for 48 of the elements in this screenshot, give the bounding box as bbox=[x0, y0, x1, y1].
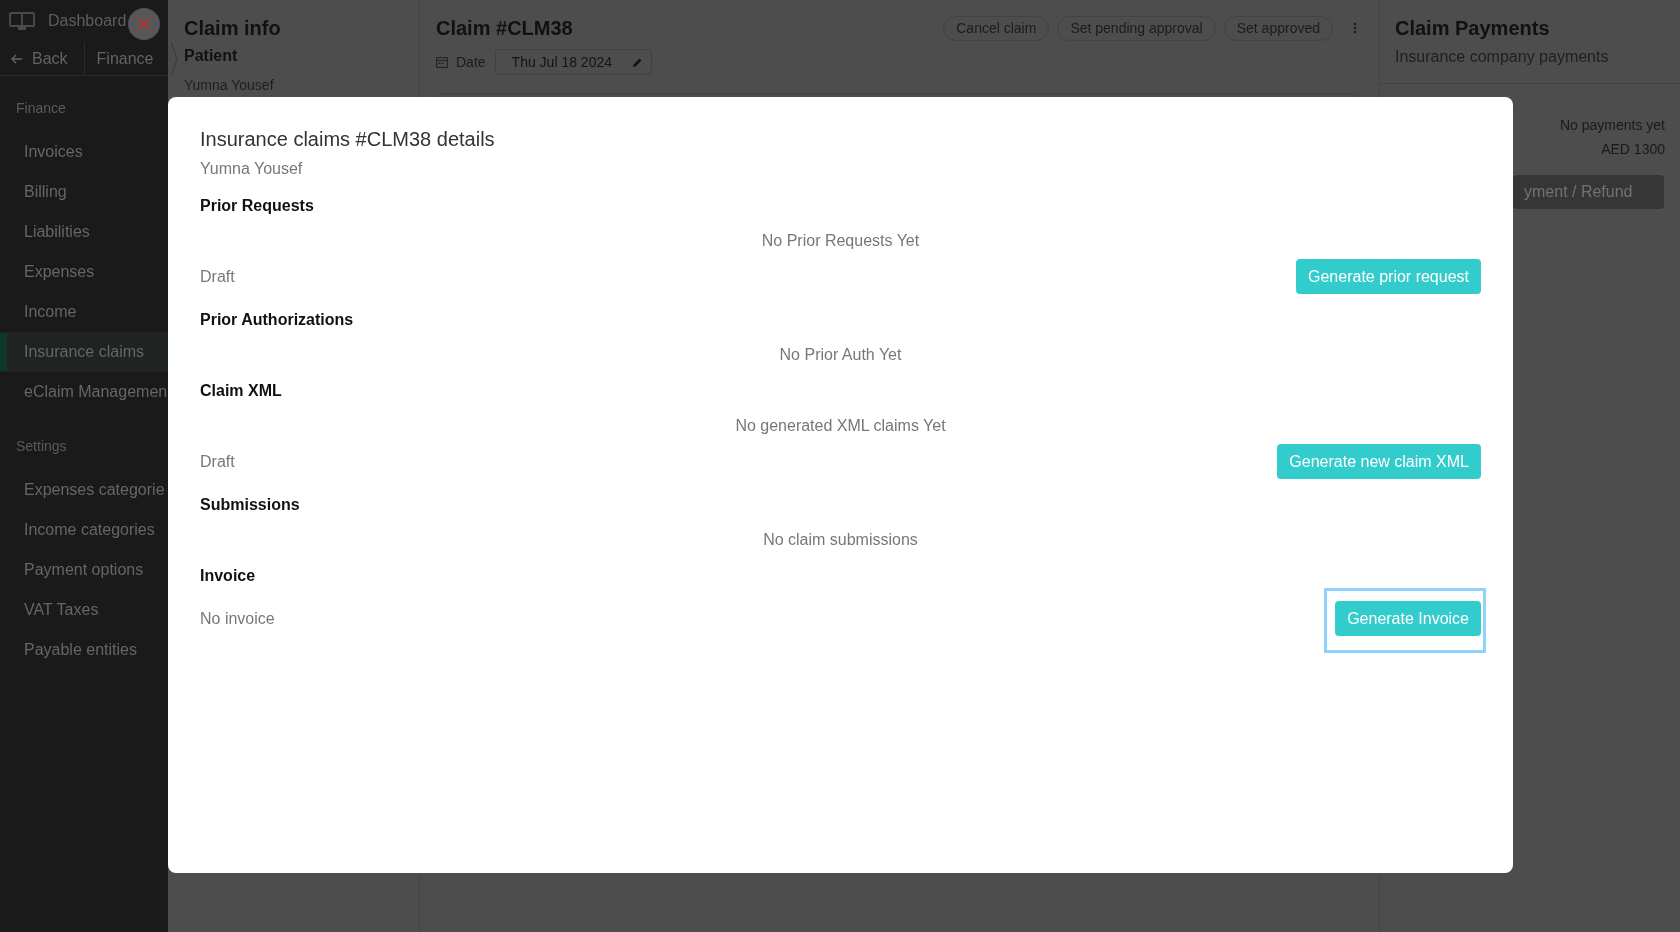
sidebar-item[interactable]: VAT Taxes bbox=[0, 590, 168, 630]
empty-message: No claim submissions bbox=[762, 530, 919, 550]
section-label: Settings bbox=[15, 437, 68, 456]
field-label: Patient bbox=[184, 46, 239, 66]
pencil-icon[interactable] bbox=[631, 56, 643, 68]
date-field[interactable]: Thu Jul 18 2024 bbox=[494, 49, 652, 75]
sidebar-item[interactable]: Payment options bbox=[0, 550, 168, 590]
panel-title: Claim info bbox=[184, 16, 282, 41]
sidebar-item[interactable]: Insurance claims bbox=[0, 332, 168, 372]
section-heading: Submissions bbox=[200, 495, 301, 515]
section-heading: Prior Requests bbox=[200, 196, 315, 216]
sidebar-item[interactable]: Billing bbox=[0, 172, 168, 212]
close-icon bbox=[138, 18, 150, 30]
generate-button[interactable]: Generate new claim XML bbox=[1277, 444, 1481, 479]
section-heading: Invoice bbox=[200, 566, 257, 586]
arrow-left-icon bbox=[11, 53, 23, 64]
sidebar-item[interactable]: Expenses bbox=[0, 252, 168, 292]
more-icon[interactable] bbox=[1353, 22, 1357, 34]
section-heading: Claim XML bbox=[200, 381, 283, 401]
panel-title: Claim Payments bbox=[1395, 16, 1551, 41]
empty-message: No Prior Requests Yet bbox=[760, 231, 921, 251]
sidebar-item[interactable]: Liabilities bbox=[0, 212, 168, 252]
generate-button[interactable]: Generate prior request bbox=[1296, 259, 1481, 294]
sidebar-item[interactable]: Payable entities bbox=[0, 630, 168, 670]
sidebar-item[interactable]: Invoices bbox=[0, 132, 168, 172]
status-text: Draft bbox=[200, 451, 235, 472]
empty-message: No Prior Auth Yet bbox=[778, 345, 903, 365]
dialog-title: Insurance claims #CLM38 details bbox=[200, 127, 496, 152]
brand-link[interactable]: Dashboard bbox=[48, 11, 127, 31]
claim-title: Claim #CLM38 bbox=[436, 16, 573, 41]
sidebar-item[interactable]: Income bbox=[0, 292, 168, 332]
back-link[interactable]: Back bbox=[0, 42, 85, 75]
calendar-icon bbox=[436, 56, 448, 68]
payment-button[interactable]: yment / Refund bbox=[1513, 175, 1664, 209]
section-label: Finance bbox=[15, 99, 67, 118]
sidebar-item[interactable]: eClaim Managemen bbox=[0, 372, 168, 412]
status-text: Draft bbox=[200, 266, 235, 287]
breadcrumb-chevron-icon bbox=[169, 41, 178, 76]
generate-button[interactable]: Generate Invoice bbox=[1335, 601, 1481, 636]
close-button[interactable] bbox=[128, 8, 160, 40]
sidebar-item[interactable]: Income categories bbox=[0, 510, 168, 550]
monitor-icon bbox=[9, 11, 35, 31]
section-heading: Prior Authorizations bbox=[200, 310, 355, 330]
empty-message: No generated XML claims Yet bbox=[734, 416, 947, 436]
sidebar-item[interactable]: Expenses categorie bbox=[0, 470, 168, 510]
status-text: No invoice bbox=[200, 608, 275, 629]
breadcrumb-item[interactable]: Finance bbox=[96, 46, 154, 71]
patient-name: Yumna Yousef bbox=[200, 159, 304, 179]
